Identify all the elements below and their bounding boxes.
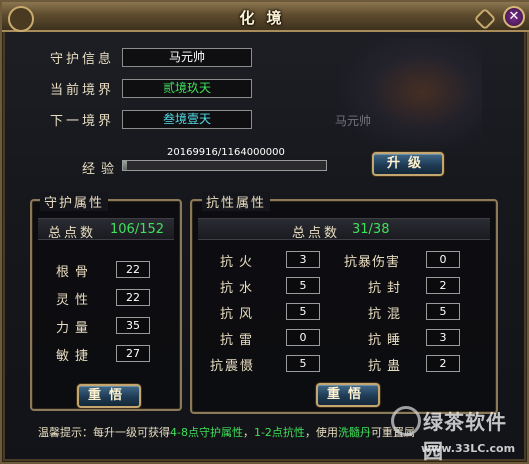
resistances-total-bar: 总点数 31/38 — [198, 218, 490, 241]
realm-window: 化境 ✕ 马元帅 守护信息 马元帅 当前境界 贰境玖天 下一境界 叁境壹天 经验… — [0, 0, 529, 464]
close-icon[interactable]: ✕ — [503, 6, 525, 28]
resistance-label: 抗水 — [220, 281, 259, 296]
guardian-total-bar: 总点数 106/152 — [38, 218, 174, 241]
guardian-portrait-name: 马元帅 — [335, 114, 372, 128]
resistance-label: 抗雷 — [220, 333, 259, 348]
stat-value: 27 — [116, 345, 150, 362]
resistance-value: 5 — [286, 355, 320, 372]
guardian-attributes-title: 守护属性 — [40, 192, 109, 211]
tip-prefix: 温馨提示：每升一级可获得 — [38, 426, 170, 439]
tip-suffix: ，使用 — [304, 426, 338, 439]
resistance-value: 0 — [426, 251, 460, 268]
tip-mid: ， — [242, 426, 254, 439]
resistance-label: 抗震慑 — [210, 359, 256, 374]
tip-highlight: 4-8点守护属性 — [170, 426, 243, 439]
watermark-url: www.33LC.com — [421, 442, 516, 455]
resistance-value: 5 — [286, 303, 320, 320]
watermark: 绿茶软件园 www.33LC.com — [391, 404, 521, 463]
resistance-value: 2 — [426, 277, 460, 294]
resistance-label: 抗风 — [220, 307, 259, 322]
guardian-total-value: 106/152 — [110, 222, 165, 237]
resistance-value: 5 — [426, 303, 460, 320]
resistance-label: 抗火 — [220, 255, 259, 270]
next-realm-value: 叁境壹天 — [122, 110, 252, 129]
watermark-text: 绿茶软件园 — [423, 410, 507, 463]
experience-label: 经验 — [82, 162, 121, 177]
resistance-label: 抗睡 — [368, 333, 407, 348]
stat-value: 22 — [116, 289, 150, 306]
resistance-label: 抗暴伤害 — [344, 255, 401, 270]
tip-highlight: 1-2点抗性 — [253, 426, 305, 439]
tip-highlight: 洗髓丹 — [337, 426, 371, 439]
guardian-total-label: 总点数 — [48, 226, 97, 241]
resistance-value: 3 — [286, 251, 320, 268]
resistance-value: 2 — [426, 355, 460, 372]
resistances-reset-button[interactable]: 重悟 — [316, 383, 380, 407]
experience-bar-fill — [123, 161, 127, 170]
resistance-value: 0 — [286, 329, 320, 346]
resistance-value: 3 — [426, 329, 460, 346]
guardian-info-label: 守护信息 — [50, 52, 115, 67]
stat-value: 35 — [116, 317, 150, 334]
resistance-label: 抗封 — [368, 281, 407, 296]
title-bar: 化境 ✕ — [2, 2, 529, 32]
experience-bar — [122, 160, 327, 171]
resistances-total-value: 31/38 — [352, 222, 390, 237]
stat-label: 敏捷 — [56, 349, 95, 364]
tip-text: 温馨提示：每升一级可获得4-8点守护属性，1-2点抗性，使用洗髓丹可重置属 — [38, 424, 415, 440]
window-title: 化境 — [239, 9, 294, 27]
stat-label: 力量 — [56, 321, 95, 336]
current-realm-label: 当前境界 — [50, 83, 115, 98]
resistances-total-label: 总点数 — [292, 226, 341, 241]
resistance-label: 抗蛊 — [368, 359, 407, 374]
upgrade-button[interactable]: 升级 — [372, 152, 444, 176]
resistances-panel: 抗性属性 总点数 31/38 抗火 3 抗水 5 抗风 5 抗雷 0 抗震慑 5… — [190, 192, 498, 414]
stat-label: 灵性 — [56, 293, 95, 308]
resistance-label: 抗混 — [368, 307, 407, 322]
next-realm-label: 下一境界 — [50, 114, 115, 129]
guardian-info-value: 马元帅 — [122, 48, 252, 67]
guardian-reset-button[interactable]: 重悟 — [77, 384, 141, 408]
watermark-logo-icon — [391, 406, 421, 436]
stat-label: 根骨 — [56, 265, 95, 280]
stat-value: 22 — [116, 261, 150, 278]
current-realm-value: 贰境玖天 — [122, 79, 252, 98]
experience-text: 20169916/1164000000 — [167, 147, 285, 158]
resistances-title: 抗性属性 — [202, 192, 271, 211]
resistance-value: 5 — [286, 277, 320, 294]
guardian-portrait — [332, 38, 482, 158]
guardian-attributes-panel: 守护属性 总点数 106/152 根骨 22 灵性 22 力量 35 敏捷 27… — [30, 192, 182, 411]
